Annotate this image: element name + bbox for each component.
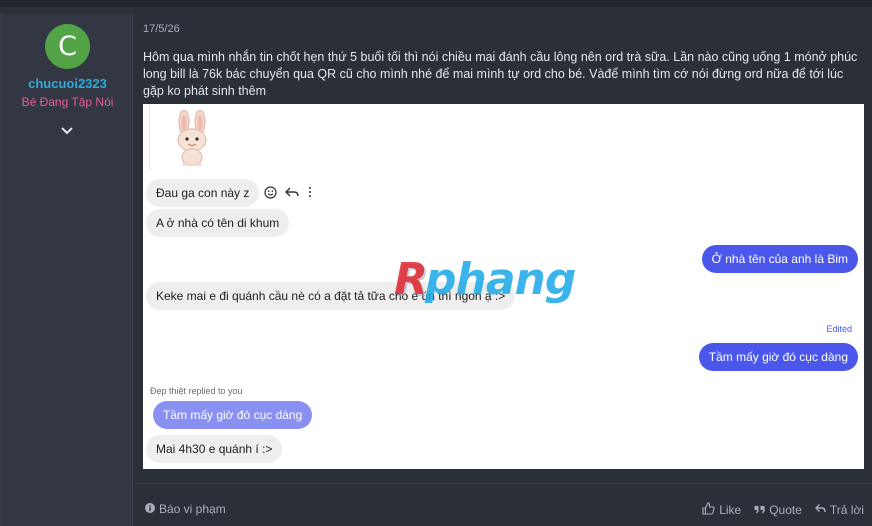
- reply-label: Trả lời: [829, 503, 864, 517]
- info-icon: [145, 502, 155, 516]
- post-footer: Báo vi phạm Like Quote Trả lời: [134, 483, 872, 526]
- user-sidebar: C chucuoi2323 Bé Đang Tập Nói: [0, 14, 133, 526]
- avatar[interactable]: C: [45, 24, 90, 69]
- quote-icon: [754, 503, 766, 517]
- divider: [149, 104, 150, 170]
- report-label: Báo vi phạm: [159, 502, 226, 516]
- report-button[interactable]: Báo vi phạm: [145, 502, 226, 516]
- watermark-logo: R R phang: [394, 254, 614, 316]
- like-button[interactable]: Like: [702, 502, 741, 518]
- edited-label: Edited: [826, 324, 852, 334]
- user-title: Bé Đang Tập Nói: [21, 95, 114, 109]
- post-actions: Like Quote Trả lời: [702, 502, 864, 518]
- reply-arrow-icon[interactable]: [285, 186, 299, 198]
- quoted-reply-bubble[interactable]: Tầm mấy giờ đó cục dàng: [153, 401, 313, 429]
- chevron-down-icon[interactable]: [59, 124, 75, 136]
- chat-screenshot[interactable]: Đau ga con này z A ở nhà có tên di khum …: [143, 104, 864, 469]
- bunny-sticker: [169, 109, 215, 167]
- quote-button[interactable]: Quote: [754, 503, 802, 517]
- quote-label: Quote: [769, 503, 802, 517]
- message-actions: [264, 184, 313, 200]
- watermark-text: phang: [425, 254, 576, 305]
- thumbs-up-icon: [702, 502, 715, 518]
- chat-message-incoming[interactable]: A ở nhà có tên di khum: [146, 209, 290, 237]
- post-body: 17/5/26 Hôm qua mình nhắn tin chốt hẹn t…: [134, 14, 872, 526]
- post-date[interactable]: 17/5/26: [143, 23, 180, 35]
- username-link[interactable]: chucuoi2323: [1, 76, 134, 91]
- like-label: Like: [719, 503, 742, 517]
- replied-label: Đẹp thiệt replied to you: [150, 386, 243, 396]
- chat-message-incoming[interactable]: Mai 4h30 e quánh í :>: [146, 435, 283, 463]
- smiley-icon[interactable]: [264, 185, 277, 199]
- reply-button[interactable]: Trả lời: [814, 503, 864, 517]
- forum-post: C chucuoi2323 Bé Đang Tập Nói 17/5/26 Hô…: [0, 0, 872, 526]
- reply-icon: [814, 503, 826, 517]
- chat-message-outgoing[interactable]: Tầm mấy giờ đó cục dàng: [698, 343, 858, 371]
- chat-message-outgoing[interactable]: Ở nhà tên của anh là Bim: [701, 245, 858, 273]
- post-text: Hôm qua mình nhắn tin chốt hẹn thứ 5 buổ…: [143, 50, 858, 98]
- watermark-letter: R: [394, 254, 428, 305]
- more-dots-icon[interactable]: [307, 186, 313, 198]
- chat-message-incoming[interactable]: Đau ga con này z: [146, 179, 260, 207]
